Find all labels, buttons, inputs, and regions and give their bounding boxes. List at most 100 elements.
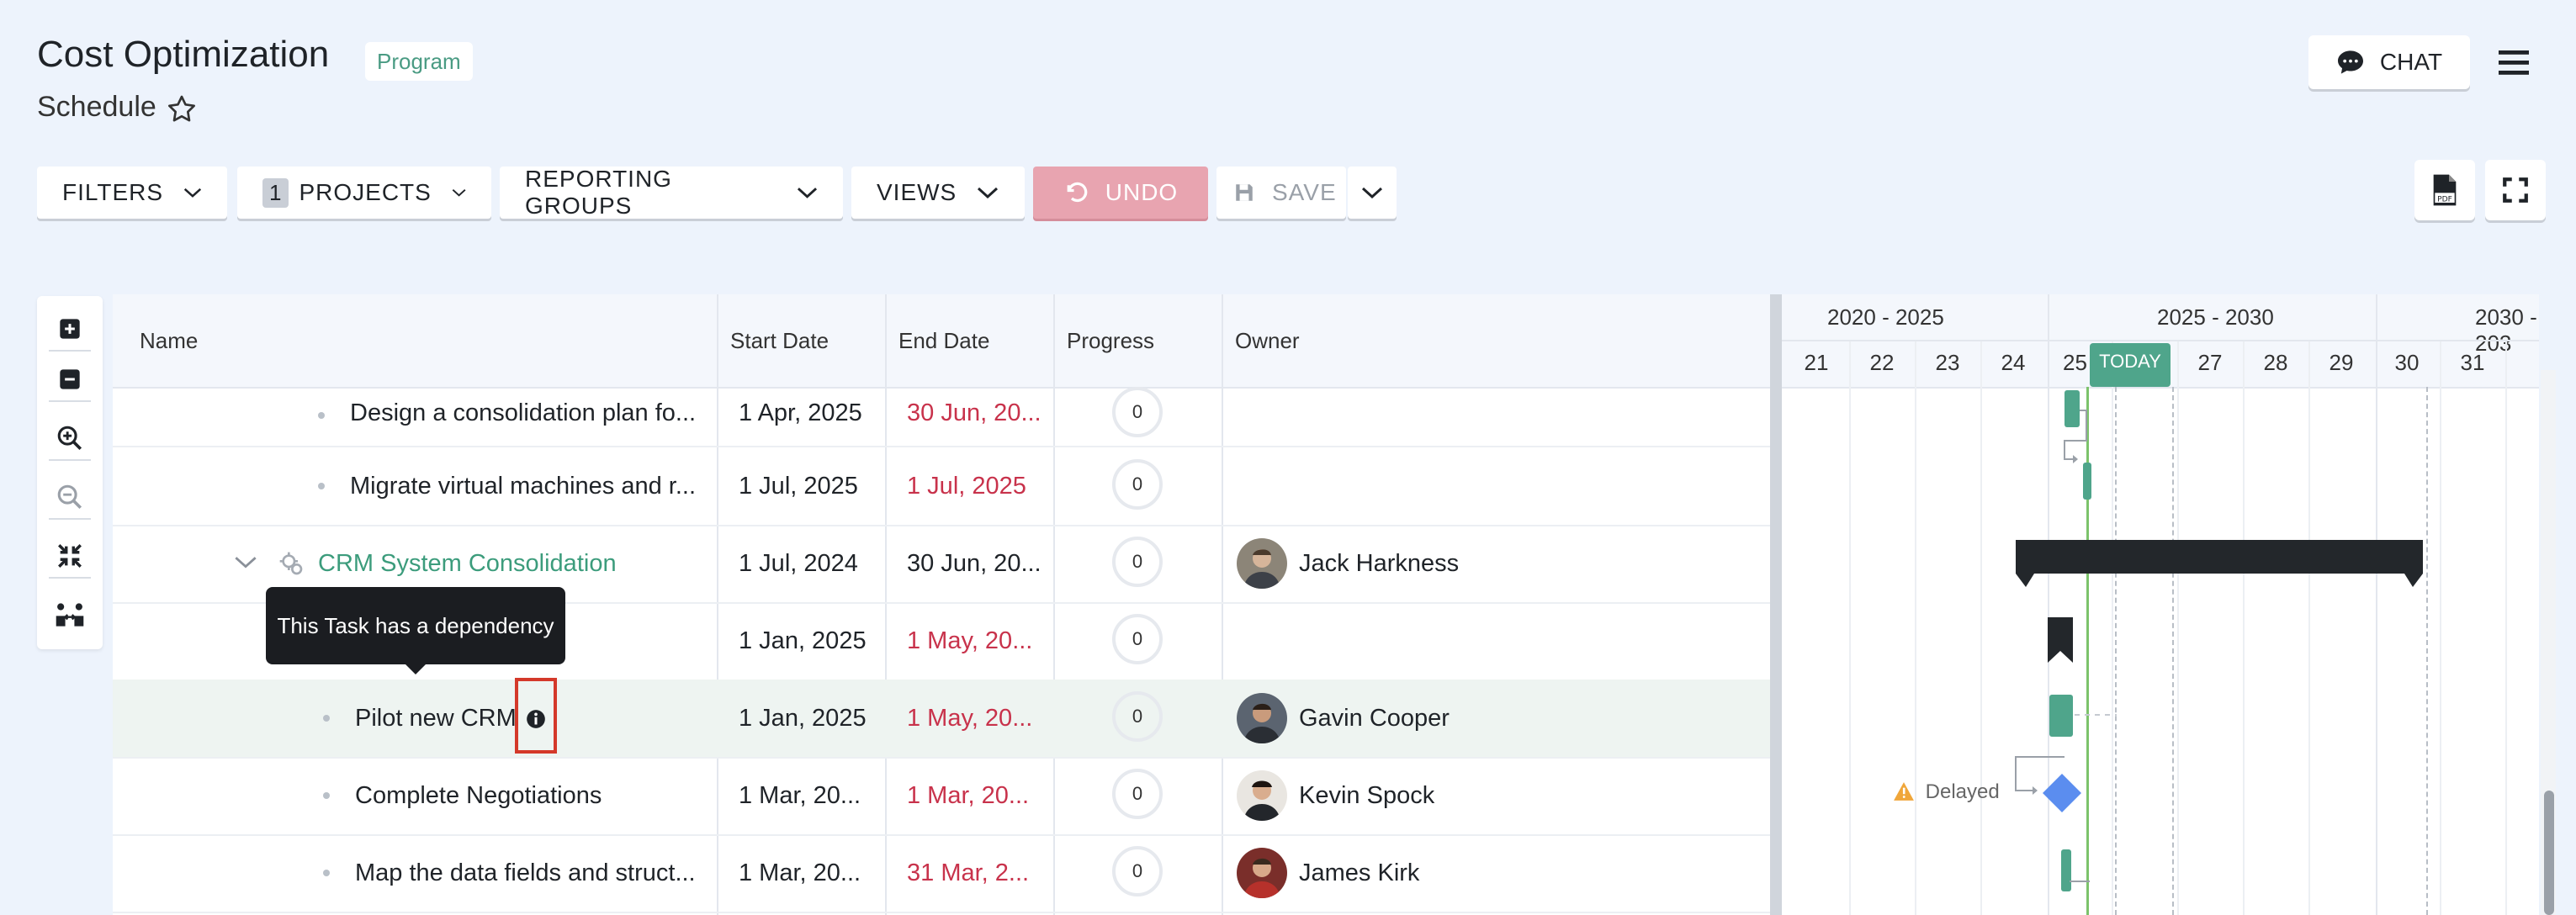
avatar: [1237, 848, 1287, 898]
owner-name[interactable]: Jack Harkness: [1299, 525, 1459, 602]
start-date[interactable]: 1 Jan, 2025: [739, 680, 867, 757]
projects-count-badge: 1: [262, 177, 289, 208]
column-header-start-date[interactable]: Start Date: [730, 328, 829, 354]
resource-view-button[interactable]: [49, 594, 91, 636]
fullscreen-button[interactable]: [2485, 160, 2546, 220]
year-label: 31: [2460, 350, 2485, 375]
chevron-down-icon: [183, 188, 202, 198]
start-date[interactable]: 1 Jan, 2025: [739, 602, 867, 680]
delayed-label: Delayed: [1925, 780, 2000, 803]
collapse-all-button[interactable]: [49, 358, 91, 402]
save-options-dropdown[interactable]: [1348, 167, 1397, 219]
save-button[interactable]: SAVE: [1216, 167, 1346, 219]
minus-square-icon: [60, 369, 80, 389]
star-icon[interactable]: [165, 93, 199, 126]
compress-icon: [58, 544, 82, 568]
progress-indicator[interactable]: 0: [1112, 459, 1163, 510]
owner-name[interactable]: Gavin Cooper: [1299, 680, 1450, 757]
export-pdf-button[interactable]: PDF: [2414, 160, 2475, 220]
filters-label: FILTERS: [62, 179, 164, 205]
end-date[interactable]: 31 Mar, 2...: [907, 834, 1029, 912]
table-row-selected[interactable]: Pilot new CRM 1 Jan, 2025 1 May, 20... 0…: [113, 680, 1770, 759]
task-bar[interactable]: [2083, 463, 2091, 500]
chevron-down-icon: [452, 188, 466, 197]
reporting-groups-dropdown[interactable]: REPORTING GROUPS: [500, 166, 843, 219]
hamburger-menu-icon[interactable]: [2497, 47, 2531, 77]
dependency-tooltip: This Task has a dependency: [266, 587, 565, 664]
end-date[interactable]: 30 Jun, 20...: [907, 525, 1042, 602]
column-header-name[interactable]: Name: [140, 328, 198, 354]
start-date[interactable]: 1 Jul, 2024: [739, 525, 858, 602]
milestone-diamond[interactable]: [2041, 772, 2083, 814]
undo-button[interactable]: UNDO: [1033, 167, 1208, 219]
progress-indicator[interactable]: 0: [1112, 691, 1163, 742]
today-marker: TODAY: [2090, 343, 2171, 387]
end-date[interactable]: 30 Jun, 20...: [907, 387, 1042, 446]
task-bar[interactable]: [2049, 695, 2073, 737]
tooltip-arrow: [404, 663, 427, 674]
summary-bar[interactable]: [2016, 540, 2423, 594]
year-label: 28: [2263, 350, 2288, 375]
progress-indicator[interactable]: 0: [1112, 537, 1163, 587]
gantt-tool-panel: [37, 296, 103, 649]
year-label: 21: [1804, 350, 1829, 375]
start-date[interactable]: 1 Apr, 2025: [739, 387, 862, 446]
milestone-marker[interactable]: [2048, 617, 2073, 663]
svg-text:PDF: PDF: [2437, 194, 2452, 204]
views-dropdown[interactable]: VIEWS: [851, 167, 1025, 219]
task-name[interactable]: Pilot new CRM: [355, 680, 517, 757]
progress-indicator[interactable]: 0: [1112, 387, 1163, 437]
end-date[interactable]: 1 Jul, 2025: [907, 447, 1026, 525]
progress-indicator[interactable]: 0: [1112, 846, 1163, 896]
avatar: [1237, 770, 1287, 821]
table-row[interactable]: Map the data fields and struct... 1 Mar,…: [113, 834, 1770, 913]
row-bullet: [323, 792, 330, 799]
row-bullet: [318, 483, 325, 489]
end-date[interactable]: 1 May, 20...: [907, 680, 1032, 757]
year-label: 23: [1935, 350, 1960, 375]
delayed-indicator: Delayed: [1893, 780, 2000, 804]
chat-button[interactable]: CHAT: [2308, 35, 2470, 89]
zoom-in-button[interactable]: [49, 417, 91, 461]
owner-name[interactable]: James Kirk: [1299, 834, 1419, 912]
projects-label: PROJECTS: [299, 179, 432, 205]
progress-indicator[interactable]: 0: [1112, 769, 1163, 819]
column-header-progress[interactable]: Progress: [1067, 328, 1154, 354]
pane-splitter[interactable]: [1770, 294, 1782, 915]
year-label: 22: [1869, 350, 1895, 375]
table-row[interactable]: Design a consolidation plan fo... 1 Apr,…: [113, 387, 1770, 447]
zoom-in-icon: [57, 426, 82, 451]
end-date[interactable]: 1 May, 20...: [907, 602, 1032, 680]
fit-to-screen-button[interactable]: [49, 535, 91, 579]
year-label: 25: [2063, 350, 2087, 375]
year-label: 29: [2329, 350, 2354, 375]
year-label: 24: [2001, 350, 2026, 375]
table-row[interactable]: Migrate virtual machines and r... 1 Jul,…: [113, 447, 1770, 526]
table-row[interactable]: Complete Negotiations 1 Mar, 20... 1 Mar…: [113, 757, 1770, 836]
period-label: 2030 - 203: [2475, 304, 2537, 356]
scrollbar-thumb[interactable]: [2544, 791, 2554, 915]
task-name[interactable]: Map the data fields and struct...: [355, 834, 696, 912]
progress-indicator[interactable]: 0: [1112, 614, 1163, 664]
plus-square-icon: [60, 319, 80, 339]
chevron-down-icon[interactable]: [234, 553, 257, 572]
owner-name[interactable]: Kevin Spock: [1299, 757, 1434, 834]
task-name[interactable]: Migrate virtual machines and r...: [350, 447, 696, 525]
dependency-connector: [2075, 714, 2117, 716]
start-date[interactable]: 1 Mar, 20...: [739, 834, 861, 912]
column-header-owner[interactable]: Owner: [1235, 328, 1300, 354]
end-date[interactable]: 1 Mar, 20...: [907, 757, 1029, 834]
zoom-out-button[interactable]: [49, 476, 91, 520]
chat-icon: [2337, 50, 2363, 74]
expand-all-button[interactable]: [49, 308, 91, 352]
start-date[interactable]: 1 Mar, 20...: [739, 757, 861, 834]
year-label: 27: [2197, 350, 2223, 375]
zoom-out-icon: [57, 484, 82, 510]
task-name[interactable]: Complete Negotiations: [355, 757, 602, 834]
filters-dropdown[interactable]: FILTERS: [37, 167, 227, 219]
period-label: 2025 - 2030: [2157, 304, 2274, 330]
start-date[interactable]: 1 Jul, 2025: [739, 447, 858, 525]
column-header-end-date[interactable]: End Date: [898, 328, 989, 354]
projects-dropdown[interactable]: 1 PROJECTS: [237, 167, 491, 219]
task-name[interactable]: Design a consolidation plan fo...: [350, 387, 696, 446]
